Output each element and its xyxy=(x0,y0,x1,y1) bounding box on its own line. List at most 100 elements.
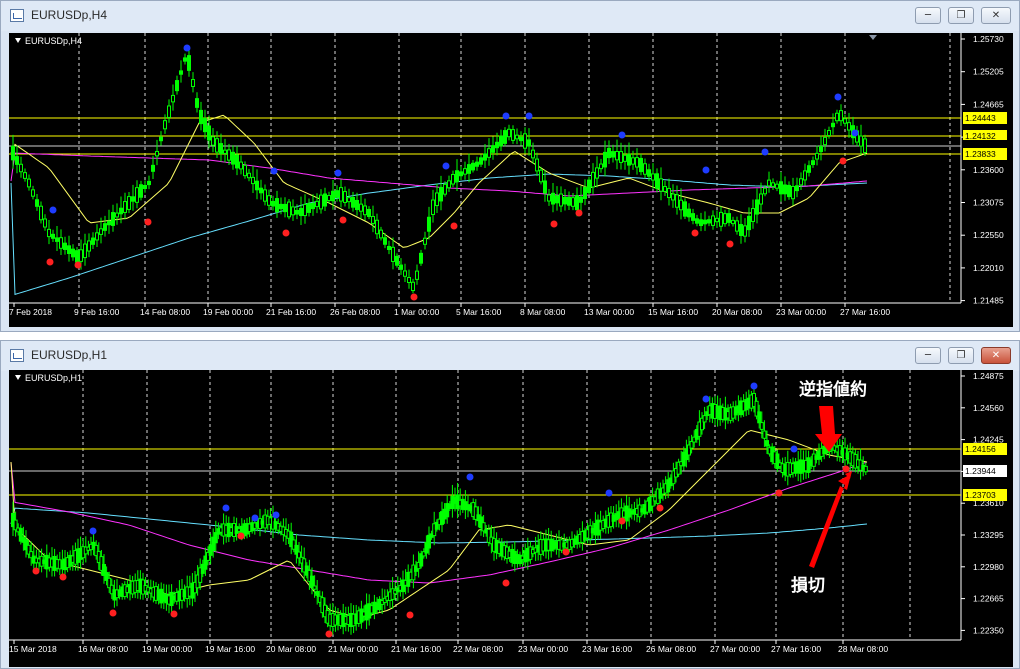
candle-body xyxy=(187,55,191,71)
time-tick-label: 19 Mar 16:00 xyxy=(205,644,255,654)
time-tick-label: 19 Feb 00:00 xyxy=(203,307,253,317)
price-chart-h1[interactable]: 1.248751.245601.242451.239251.236101.232… xyxy=(9,370,1013,667)
close-button[interactable]: ✕ xyxy=(981,7,1011,24)
candle-body xyxy=(191,79,195,87)
fractal-up-marker xyxy=(750,382,758,390)
candle-body xyxy=(75,250,79,263)
window-title-bar[interactable]: EURUSDp,H1 ─ ❐ ✕ xyxy=(1,341,1019,371)
candle-body xyxy=(727,213,731,223)
price-level-label: 1.24156 xyxy=(965,444,996,454)
candle-body xyxy=(527,139,531,147)
candle-body xyxy=(751,208,755,222)
candle-body xyxy=(467,164,471,174)
candle-body xyxy=(767,179,771,187)
candle-body xyxy=(83,243,87,259)
candle-body xyxy=(507,128,511,138)
stop-loss-annotation: 損切 xyxy=(791,576,825,596)
fractal-down-marker xyxy=(144,218,152,226)
window-title-bar[interactable]: EURUSDp,H4 ─ ❐ ✕ xyxy=(1,1,1019,31)
candle-body xyxy=(859,135,863,147)
candle-body xyxy=(331,190,335,202)
restore-button[interactable]: ❐ xyxy=(948,7,974,24)
candle-body xyxy=(523,133,527,149)
fractal-up-marker xyxy=(442,162,450,170)
candle-body xyxy=(179,70,183,75)
candle-body xyxy=(631,157,635,165)
candle-body xyxy=(487,148,491,158)
time-tick-label: 1 Mar 00:00 xyxy=(394,307,440,317)
fractal-up-marker xyxy=(702,395,710,403)
candle-body xyxy=(699,219,703,227)
time-tick-label: 16 Mar 08:00 xyxy=(78,644,128,654)
candle-body xyxy=(99,228,103,235)
candle-body xyxy=(463,168,467,175)
chart-menu-triangle-icon[interactable] xyxy=(15,38,21,43)
minimize-button[interactable]: ─ xyxy=(915,347,941,364)
candle-body xyxy=(419,252,423,264)
candle-body xyxy=(847,122,851,131)
time-tick-label: 21 Mar 00:00 xyxy=(328,644,378,654)
candle-body xyxy=(707,219,711,224)
candle-body xyxy=(683,201,687,217)
candle-body xyxy=(139,184,143,198)
candle-body xyxy=(251,176,255,185)
candle-body xyxy=(719,211,723,227)
fractal-up-marker xyxy=(270,167,278,175)
candle-body xyxy=(563,196,567,205)
candle-body xyxy=(263,189,267,202)
candle-body xyxy=(583,186,587,200)
candle-body xyxy=(807,165,811,173)
candle-body xyxy=(757,411,762,424)
candle-body xyxy=(203,117,207,133)
candle-body xyxy=(559,193,563,207)
candle-body xyxy=(611,151,615,158)
candle-body xyxy=(11,145,15,161)
candle-body xyxy=(531,149,535,159)
chart-window-h1[interactable]: EURUSDp,H1 ─ ❐ ✕ 1.24875 1.24560 1.24245 1.… xyxy=(0,340,1020,669)
chart-canvas-h4[interactable]: 1.257301.252051.246651.241401.236001.230… xyxy=(9,33,1013,327)
price-tick-label: 1.22010 xyxy=(973,263,1004,273)
candle-body xyxy=(779,181,783,195)
chart-menu-triangle-icon[interactable] xyxy=(15,375,21,380)
candle-body xyxy=(107,220,111,226)
candle-body xyxy=(827,129,831,137)
candle-body xyxy=(147,180,151,186)
candle-body xyxy=(702,415,707,423)
fractal-down-marker xyxy=(109,609,117,617)
candle-body xyxy=(23,172,27,179)
candle-body xyxy=(771,182,775,187)
candle-body xyxy=(395,255,399,266)
fractal-up-marker xyxy=(251,514,259,522)
candle-body xyxy=(339,187,343,202)
close-button[interactable]: ✕ xyxy=(981,347,1011,364)
chart-canvas-h1[interactable]: 1.248751.245601.242451.239251.236101.232… xyxy=(9,370,1013,667)
candle-body xyxy=(759,422,764,430)
fractal-down-marker xyxy=(656,504,664,512)
price-level-label: 1.24443 xyxy=(965,113,996,123)
candle-body xyxy=(443,183,447,195)
candle-body xyxy=(215,138,219,153)
candle-body xyxy=(687,208,691,218)
time-tick-label: 14 Feb 08:00 xyxy=(140,307,190,317)
candle-body xyxy=(655,173,659,189)
candle-body xyxy=(759,193,763,205)
fractal-down-marker xyxy=(775,489,783,497)
restore-button[interactable]: ❐ xyxy=(948,347,974,364)
candle-body xyxy=(571,197,575,207)
candle-body xyxy=(31,189,35,197)
fractal-down-marker xyxy=(59,573,67,581)
candle-body xyxy=(303,203,307,217)
time-tick-label: 28 Mar 08:00 xyxy=(838,644,888,654)
candle-body xyxy=(787,184,791,198)
fractal-up-marker xyxy=(525,112,533,120)
candle-body xyxy=(275,198,279,213)
candle-body xyxy=(35,199,39,207)
price-level-label: 1.24132 xyxy=(965,131,996,141)
price-chart-h4[interactable]: 1.257301.252051.246651.241401.236001.230… xyxy=(9,33,1013,327)
candle-body xyxy=(119,207,123,215)
candle-body xyxy=(783,184,787,195)
candle-body xyxy=(219,143,223,155)
price-tick-label: 1.23295 xyxy=(973,530,1004,540)
minimize-button[interactable]: ─ xyxy=(915,7,941,24)
chart-window-h4[interactable]: EURUSDp,H4 ─ ❐ ✕ 1.25730 1.25205 1.24665 1.… xyxy=(0,0,1020,332)
